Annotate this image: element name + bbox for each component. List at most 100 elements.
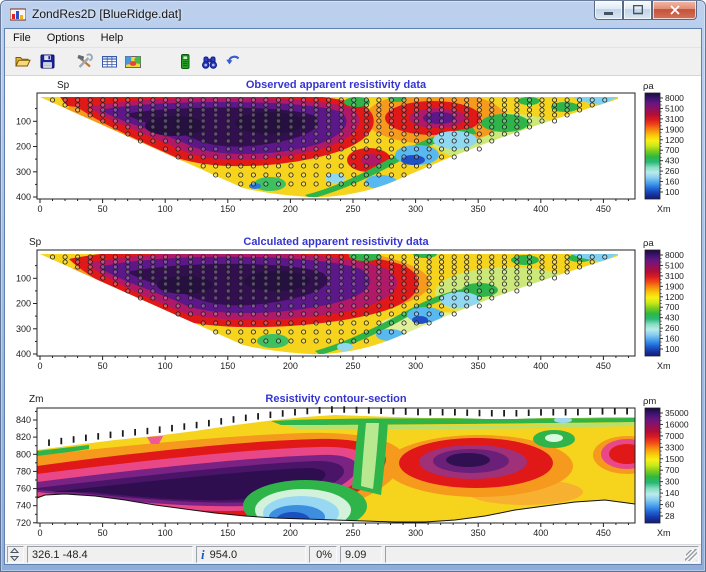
svg-text:35000: 35000 — [665, 408, 689, 418]
svg-text:300: 300 — [408, 204, 423, 214]
colorbar-unit-label: ρm — [643, 396, 656, 407]
data-table-button[interactable] — [97, 50, 121, 74]
svg-text:400: 400 — [533, 204, 548, 214]
minimize-button[interactable] — [594, 1, 623, 20]
svg-text:0: 0 — [37, 204, 42, 214]
menu-options[interactable]: Options — [39, 30, 93, 46]
svg-text:100: 100 — [16, 273, 31, 283]
tools-settings-button[interactable] — [73, 50, 97, 74]
svg-text:100: 100 — [16, 116, 31, 126]
svg-text:160: 160 — [665, 334, 679, 344]
chart-resistivity-model-section[interactable]: Resistivity contour-sectionZm05010015020… — [5, 392, 702, 549]
svg-text:8000: 8000 — [665, 250, 684, 260]
status-mode-cell — [7, 546, 24, 563]
y-axis-unit-label: Sp — [57, 80, 70, 91]
svg-text:450: 450 — [596, 528, 611, 538]
chart-title: Resistivity contour-section — [265, 393, 406, 405]
svg-text:400: 400 — [533, 361, 548, 371]
open-file-button[interactable] — [11, 50, 35, 74]
hammer-wrench-icon — [76, 53, 94, 70]
svg-text:450: 450 — [596, 361, 611, 371]
x-axis-unit-label: Xm — [657, 204, 671, 214]
svg-text:820: 820 — [16, 432, 31, 442]
resize-grip[interactable] — [685, 549, 698, 562]
svg-text:700: 700 — [665, 465, 679, 475]
table-icon — [101, 53, 118, 70]
undo-button[interactable] — [221, 50, 245, 74]
svg-text:200: 200 — [283, 204, 298, 214]
x-axis-unit-label: Xm — [657, 361, 671, 371]
app-window: ZondRes2D [BlueRidge.dat] File Options H… — [0, 0, 706, 572]
svg-text:430: 430 — [665, 156, 679, 166]
status-progress: 0% — [309, 546, 337, 563]
maximize-button[interactable] — [623, 1, 652, 20]
svg-text:7000: 7000 — [665, 431, 684, 441]
svg-text:250: 250 — [345, 361, 360, 371]
menu-file[interactable]: File — [5, 30, 39, 46]
svg-text:350: 350 — [471, 528, 486, 538]
svg-text:200: 200 — [283, 361, 298, 371]
maximize-icon — [633, 5, 643, 15]
colorbar: ρm35000160007000330015007003001406028 — [643, 396, 689, 523]
svg-text:300: 300 — [16, 324, 31, 334]
svg-text:400: 400 — [16, 192, 31, 202]
svg-text:28: 28 — [665, 511, 675, 521]
svg-text:250: 250 — [345, 528, 360, 538]
svg-text:250: 250 — [345, 204, 360, 214]
svg-text:300: 300 — [16, 167, 31, 177]
status-bar: 326.1 -48.4 i 954.0 0% 9.09 — [5, 544, 701, 564]
svg-text:840: 840 — [16, 415, 31, 425]
save-file-button[interactable] — [35, 50, 59, 74]
svg-text:350: 350 — [471, 361, 486, 371]
colored-map-icon — [124, 54, 142, 70]
search-binoculars-button[interactable] — [197, 50, 221, 74]
info-icon: i — [201, 547, 205, 563]
svg-text:1200: 1200 — [665, 135, 684, 145]
svg-text:0: 0 — [37, 361, 42, 371]
svg-text:140: 140 — [665, 488, 679, 498]
svg-text:1500: 1500 — [665, 454, 684, 464]
device-battery-button[interactable] — [173, 50, 197, 74]
svg-text:100: 100 — [665, 344, 679, 354]
svg-text:100: 100 — [158, 361, 173, 371]
up-down-arrow-icon — [10, 548, 19, 561]
svg-text:3300: 3300 — [665, 442, 684, 452]
svg-text:5100: 5100 — [665, 103, 684, 113]
svg-text:150: 150 — [220, 528, 235, 538]
svg-text:0: 0 — [37, 528, 42, 538]
menu-bar: File Options Help — [5, 29, 701, 48]
colorbar-unit-label: ρa — [643, 238, 654, 249]
svg-text:430: 430 — [665, 313, 679, 323]
svg-text:350: 350 — [471, 204, 486, 214]
colorbar: ρa80005100310019001200700430260160100 — [643, 81, 684, 199]
svg-text:450: 450 — [596, 204, 611, 214]
svg-text:50: 50 — [98, 361, 108, 371]
charts-region: Observed apparent resistivity dataSp0501… — [5, 76, 701, 544]
svg-text:1200: 1200 — [665, 292, 684, 302]
y-axis-unit-label: Sp — [29, 237, 42, 248]
svg-text:100: 100 — [158, 528, 173, 538]
svg-text:3100: 3100 — [665, 271, 684, 281]
close-button[interactable] — [652, 1, 697, 20]
svg-text:200: 200 — [283, 528, 298, 538]
client-area: File Options Help — [4, 28, 702, 565]
svg-text:1900: 1900 — [665, 124, 684, 134]
floppy-disk-icon — [39, 53, 56, 70]
chart-calculated-pseudosection[interactable]: Calculated apparent resistivity data Sp 0 5… — [5, 235, 702, 397]
title-bar[interactable]: ZondRes2D [BlueRidge.dat] — [0, 0, 706, 28]
y-axis-unit-label: Zm — [29, 394, 43, 405]
model-map-button[interactable] — [121, 50, 145, 74]
chart-title: Calculated apparent resistivity data — [243, 236, 429, 248]
close-icon — [670, 5, 680, 15]
svg-text:100: 100 — [158, 204, 173, 214]
svg-text:700: 700 — [665, 145, 679, 155]
svg-text:400: 400 — [533, 528, 548, 538]
chart-observed-pseudosection[interactable]: Observed apparent resistivity dataSp0501… — [5, 78, 702, 240]
menu-help[interactable]: Help — [93, 30, 132, 46]
svg-text:300: 300 — [665, 477, 679, 487]
colorbar: ρa80005100310019001200700430260160100 — [643, 238, 684, 356]
svg-text:740: 740 — [16, 501, 31, 511]
undo-arrow-icon — [225, 54, 242, 70]
svg-text:60: 60 — [665, 500, 675, 510]
svg-text:5100: 5100 — [665, 260, 684, 270]
